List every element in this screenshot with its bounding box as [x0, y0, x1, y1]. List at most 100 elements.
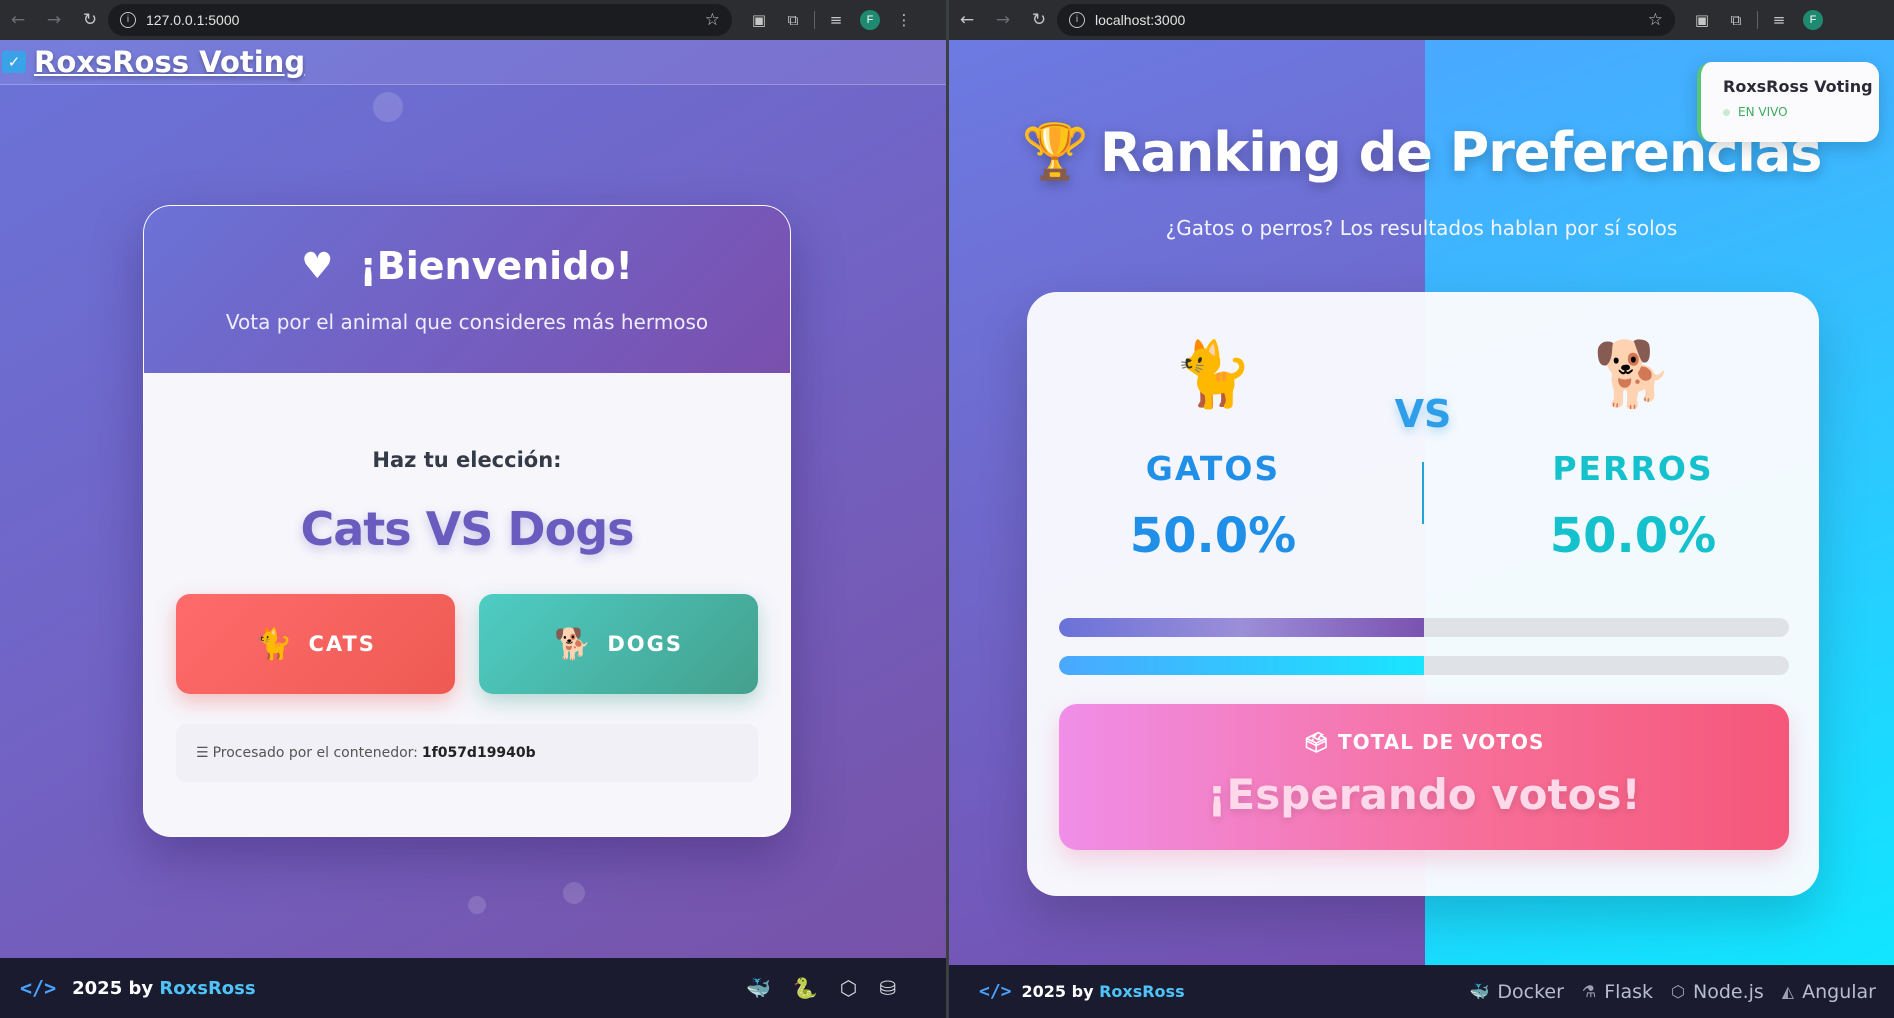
total-votes-value: ¡Esperando votos! [1207, 770, 1641, 819]
nodejs-icon: ⬡ [839, 976, 858, 1000]
checkbox-logo-icon: ✓ [2, 51, 26, 73]
dogs-result: 🐕 PERROS 50.0% [1483, 292, 1783, 564]
address-bar[interactable]: i 127.0.0.1:5000 ☆ [108, 4, 732, 36]
address-url[interactable]: localhost:3000 [1095, 12, 1638, 28]
cat-icon: 🐈 [1173, 338, 1253, 412]
page-footer: </> 2025 by RoxsRoss 🐳 🐍 ⬡ ⛁ [0, 958, 946, 1018]
live-status-text: EN VIVO [1738, 105, 1788, 119]
ranking-subtitle: ¿Gatos o perros? Los resultados hablan p… [1165, 216, 1678, 240]
toolbar-separator [1757, 11, 1758, 29]
reading-list-icon[interactable]: ≡ [1762, 11, 1796, 29]
vote-card: ♥ ¡Bienvenido! Vota por el animal que co… [143, 205, 791, 837]
results-page: RoxsRoss Voting EN VIVO 🏆 Ranking de Pre… [949, 40, 1894, 970]
database-icon: ⛁ [879, 976, 896, 1000]
cat-icon: 🐈 [255, 626, 295, 662]
tech-nodejs-label: Node.js [1692, 980, 1764, 1003]
extensions-icon[interactable]: ⧉ [776, 11, 810, 29]
nodejs-icon: ⬡ [1671, 982, 1685, 1001]
welcome-heading: ♥ ¡Bienvenido! [144, 206, 790, 288]
cats-progress-fill [1059, 618, 1424, 637]
results-content: RoxsRoss Voting EN VIVO 🏆 Ranking de Pre… [949, 40, 1894, 970]
address-bar[interactable]: i localhost:3000 ☆ [1057, 4, 1675, 36]
footer-author-link[interactable]: RoxsRoss [1099, 982, 1185, 1001]
profile-avatar[interactable]: F [1803, 10, 1823, 30]
vote-cats-label: CATS [308, 632, 376, 656]
choose-label: Haz tu elección: [372, 448, 562, 472]
vs-divider [1422, 462, 1424, 524]
vote-dogs-button[interactable]: 🐕 DOGS [479, 594, 758, 694]
footer-year-by: 2025 by [1021, 982, 1094, 1001]
results-card: 🐈 GATOS 50.0% VS 🐕 PERROS 50.0% 🗳 TOTAL … [1027, 292, 1819, 896]
footer-credit: 2025 by RoxsRoss [72, 978, 255, 999]
bookmark-star-icon[interactable]: ☆ [1648, 10, 1663, 30]
dog-icon: 🐕 [1593, 338, 1673, 412]
tech-angular: ◭ Angular [1782, 981, 1876, 1003]
dogs-progress-bar [1059, 656, 1789, 675]
vote-dogs-label: DOGS [607, 632, 683, 656]
cats-progress-bar [1059, 618, 1789, 637]
code-icon: </> [20, 976, 57, 1000]
extensions-icon[interactable]: ⧉ [1719, 11, 1753, 29]
media-icon[interactable]: ▣ [742, 11, 776, 29]
dogs-percent: 50.0% [1549, 508, 1717, 564]
decorative-bubble [373, 92, 403, 122]
reload-icon[interactable]: ↻ [72, 10, 108, 30]
tech-docker-label: Docker [1497, 980, 1564, 1003]
site-info-icon[interactable]: i [1069, 12, 1085, 28]
live-badge-title: RoxsRoss Voting [1723, 77, 1873, 96]
docker-icon: 🐳 [745, 976, 771, 1000]
decorative-bubble [468, 896, 486, 914]
dog-icon: 🐕 [553, 626, 594, 662]
reading-list-icon[interactable]: ≡ [819, 11, 853, 29]
cats-label: GATOS [1145, 449, 1281, 488]
brand-link[interactable]: RoxsRoss Voting [34, 45, 305, 79]
server-icon: ☰ [196, 745, 209, 761]
vote-card-header: ♥ ¡Bienvenido! Vota por el animal que co… [144, 206, 790, 373]
heart-icon: ♥ [301, 245, 334, 287]
forward-icon[interactable]: → [985, 10, 1021, 30]
code-icon: </> [979, 981, 1012, 1002]
total-votes-box: 🗳 TOTAL DE VOTOS ¡Esperando votos! [1059, 704, 1789, 850]
forward-icon[interactable]: → [36, 10, 72, 30]
footer-year-by: 2025 by [72, 977, 154, 999]
vs-label: VS [1394, 392, 1452, 436]
angular-icon: ◭ [1781, 982, 1795, 1001]
browser-window-results: ← → ↻ i localhost:3000 ☆ ▣ ⧉ ≡ F RoxsRos… [949, 0, 1894, 1018]
ballot-box-icon: 🗳 [1303, 730, 1331, 754]
flask-icon: ⚗ [1581, 982, 1597, 1001]
back-icon[interactable]: ← [949, 10, 985, 30]
tech-icons: 🐳 🐍 ⬡ ⛁ [746, 976, 896, 1000]
address-url[interactable]: 127.0.0.1:5000 [146, 12, 695, 28]
live-dot-icon [1723, 108, 1730, 116]
tech-flask: ⚗ Flask [1582, 981, 1653, 1003]
matchup-title: Cats VS Dogs [300, 502, 634, 556]
reload-icon[interactable]: ↻ [1021, 10, 1057, 30]
docker-icon: 🐳 [1469, 982, 1490, 1001]
total-votes-label: TOTAL DE VOTOS [1338, 730, 1545, 754]
site-info-icon[interactable]: i [120, 12, 136, 28]
tech-docker: 🐳 Docker [1469, 981, 1563, 1003]
container-info: ☰ Procesado por el contenedor: 1f057d199… [176, 724, 758, 782]
cats-percent: 50.0% [1129, 508, 1297, 564]
cats-result: 🐈 GATOS 50.0% [1063, 292, 1363, 564]
voting-page: ✓ RoxsRoss Voting ♥ ¡Bienvenido! Vota po… [0, 40, 946, 958]
dogs-progress-fill [1059, 656, 1424, 675]
browser-toolbar: ← → ↻ i localhost:3000 ☆ ▣ ⧉ ≡ F [949, 0, 1894, 40]
vote-cats-button[interactable]: 🐈 CATS [176, 594, 455, 694]
tech-nodejs: ⬡ Node.js [1671, 981, 1764, 1003]
tech-stack-list: 🐳 Docker ⚗ Flask ⬡ Node.js ◭ Angular [1469, 981, 1876, 1003]
container-id: 1f057d19940b [421, 745, 536, 761]
footer-credit: 2025 by RoxsRoss [1022, 982, 1185, 1001]
live-badge-status: EN VIVO [1723, 105, 1879, 119]
media-icon[interactable]: ▣ [1685, 11, 1719, 29]
back-icon[interactable]: ← [0, 10, 36, 30]
profile-avatar[interactable]: F [860, 10, 880, 30]
vote-options: 🐈 CATS 🐕 DOGS [176, 594, 758, 694]
dogs-label: PERROS [1552, 449, 1714, 488]
footer-author-link[interactable]: RoxsRoss [159, 978, 255, 999]
browser-window-voting: ← → ↻ i 127.0.0.1:5000 ☆ ▣ ⧉ ≡ F ⋮ ✓ Rox… [0, 0, 946, 1018]
toolbar-separator [814, 11, 815, 29]
menu-kebab-icon[interactable]: ⋮ [887, 11, 921, 29]
bookmark-star-icon[interactable]: ☆ [705, 10, 720, 30]
trophy-icon: 🏆 [1021, 120, 1089, 183]
